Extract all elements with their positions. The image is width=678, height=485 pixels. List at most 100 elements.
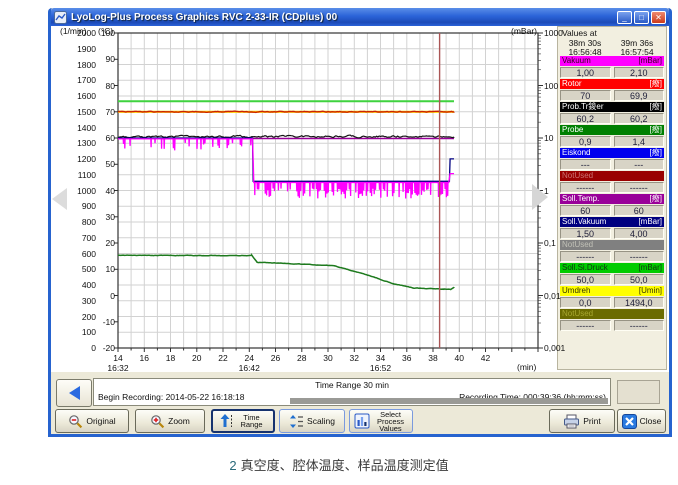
zoom-button[interactable]: Zoom: [135, 409, 205, 433]
value-cell: ------: [614, 320, 665, 331]
param-row-header-5: NotUsed: [560, 171, 664, 181]
value-cell: ------: [560, 320, 611, 331]
value-cell: ------: [560, 251, 611, 262]
app-icon: [54, 11, 67, 24]
value-cell: 60,2: [614, 113, 665, 124]
select-process-values-label: Select Process Values: [373, 411, 409, 432]
value-cell: 0,0: [560, 297, 611, 308]
value-cell: 69,9: [614, 90, 665, 101]
axis-tick-label: 1900: [60, 44, 96, 54]
axis-tick-label: 20: [185, 353, 209, 363]
value-cell: 1,00: [560, 67, 611, 78]
param-row-header-1: Rotor[癈]: [560, 79, 664, 89]
maximize-button[interactable]: □: [634, 11, 649, 24]
param-row-header-8: NotUsed: [560, 240, 664, 250]
axis-tick-label: 80: [79, 81, 115, 91]
param-row-header-11: NotUsed: [560, 309, 664, 319]
scaling-button[interactable]: Scaling: [279, 409, 345, 433]
scaling-icon: [289, 414, 304, 429]
axis-tick-label: 34: [369, 353, 393, 363]
axis-tick-label: 100: [60, 327, 96, 337]
value-cell: 60: [614, 205, 665, 216]
figure-caption: 2真空度、腔体温度、样品温度测定值: [0, 455, 678, 474]
axis-tick-label: 100: [79, 28, 115, 38]
axis-tick-label: 1000: [544, 28, 563, 38]
axis-tick-label: 0,1: [544, 238, 556, 248]
value-cell: 2,10: [614, 67, 665, 78]
time-range-label: Time Range 30 min: [94, 380, 610, 390]
param-row-values-8: ------------: [560, 251, 664, 262]
param-row-header-7: Soll.Vakuum[mBar]: [560, 217, 664, 227]
close-button[interactable]: Close: [617, 409, 666, 433]
param-row-values-10: 0,01494,0: [560, 297, 664, 308]
param-row-header-4: Eiskond[癈]: [560, 148, 664, 158]
axis-tick-label: 36: [395, 353, 419, 363]
axis-tick-label: 50: [79, 159, 115, 169]
time-range-button[interactable]: Time Range: [211, 409, 275, 433]
value-cell: ------: [614, 182, 665, 193]
value-cell: ------: [614, 251, 665, 262]
window-title: LyoLog-Plus Process Graphics RVC 2-33-IR…: [71, 12, 615, 23]
select-process-values-button[interactable]: Select Process Values: [349, 409, 413, 433]
original-button[interactable]: Original: [55, 409, 129, 433]
axis-tick-label: 28: [290, 353, 314, 363]
close-button-label: Close: [640, 416, 662, 426]
value-cell: ------: [560, 182, 611, 193]
axis-tick-label: 24: [237, 353, 261, 363]
axis-tick-label: 32: [342, 353, 366, 363]
minimize-button[interactable]: _: [617, 11, 632, 24]
value-cell: 4,00: [614, 228, 665, 239]
axis-tick-label: 60: [79, 133, 115, 143]
param-row-values-1: 7069,9: [560, 90, 664, 101]
axis-tick-label: 16: [132, 353, 156, 363]
axis-tick-label: 900: [60, 201, 96, 211]
values-rows: Vakuum[mBar]1,002,10Rotor[癈]7069,9Prob.T…: [560, 56, 664, 332]
axis-tick-label: 100: [544, 81, 558, 91]
param-row-values-11: ------------: [560, 320, 664, 331]
axis-tick-label: 0,01: [544, 291, 561, 301]
param-row-values-7: 1,504,00: [560, 228, 664, 239]
param-row-values-4: ------: [560, 159, 664, 170]
magnifier-minus-icon: [68, 414, 83, 429]
print-button[interactable]: Print: [549, 409, 615, 433]
axis-tick-label: 0: [79, 291, 115, 301]
axis-tick-label: -10: [79, 317, 115, 327]
left-triangle-icon: [69, 386, 80, 400]
series-rotor: [118, 111, 454, 112]
close-x-icon: [622, 414, 637, 429]
info-bar: Time Range 30 min Begin Recording: 2014-…: [51, 372, 669, 408]
axis-header-min: (min): [517, 362, 536, 372]
window-body: (1/min) (°C) (mBar) (min) Values at 38m …: [51, 26, 669, 434]
title-bar[interactable]: LyoLog-Plus Process Graphics RVC 2-33-IR…: [51, 8, 669, 26]
value-cell: ---: [560, 159, 611, 170]
values-panel: Values at 38m 30s 39m 36s 16:56:48 16:57…: [557, 26, 667, 370]
value-cell: 50,0: [560, 274, 611, 285]
param-row-header-10: Umdreh[Umin]: [560, 286, 664, 296]
series-probe: [118, 255, 454, 289]
axis-tick-label: 40: [447, 353, 471, 363]
value-cell: 60: [560, 205, 611, 216]
zoom-button-label: Zoom: [168, 416, 190, 426]
bar-chart-icon: [354, 413, 370, 429]
magnifier-plus-icon: [150, 414, 165, 429]
axis-tick-label: 26: [264, 353, 288, 363]
param-row-values-0: 1,002,10: [560, 67, 664, 78]
axis-tick-label: 0,001: [544, 343, 565, 353]
history-forward-box[interactable]: [617, 380, 660, 404]
param-row-values-2: 60,260,2: [560, 113, 664, 124]
axis-tick-label: 10: [544, 133, 553, 143]
close-window-button[interactable]: ✕: [651, 11, 666, 24]
axis-tick-label: 40: [79, 186, 115, 196]
value-cell: 60,2: [560, 113, 611, 124]
value-cell: ---: [614, 159, 665, 170]
axis-tick-label: 22: [211, 353, 235, 363]
value-cell: 70: [560, 90, 611, 101]
axis-tick-label: 18: [159, 353, 183, 363]
history-back-button[interactable]: [56, 379, 92, 407]
timeline-scrollbar[interactable]: [290, 398, 608, 404]
param-row-header-6: Soll.Temp.[癈]: [560, 194, 664, 204]
toolbar: Original Zoom Time Ran: [51, 408, 669, 434]
axis-tick-label: 1400: [60, 123, 96, 133]
axis-tick-label: 1100: [60, 170, 96, 180]
original-button-label: Original: [86, 416, 115, 426]
